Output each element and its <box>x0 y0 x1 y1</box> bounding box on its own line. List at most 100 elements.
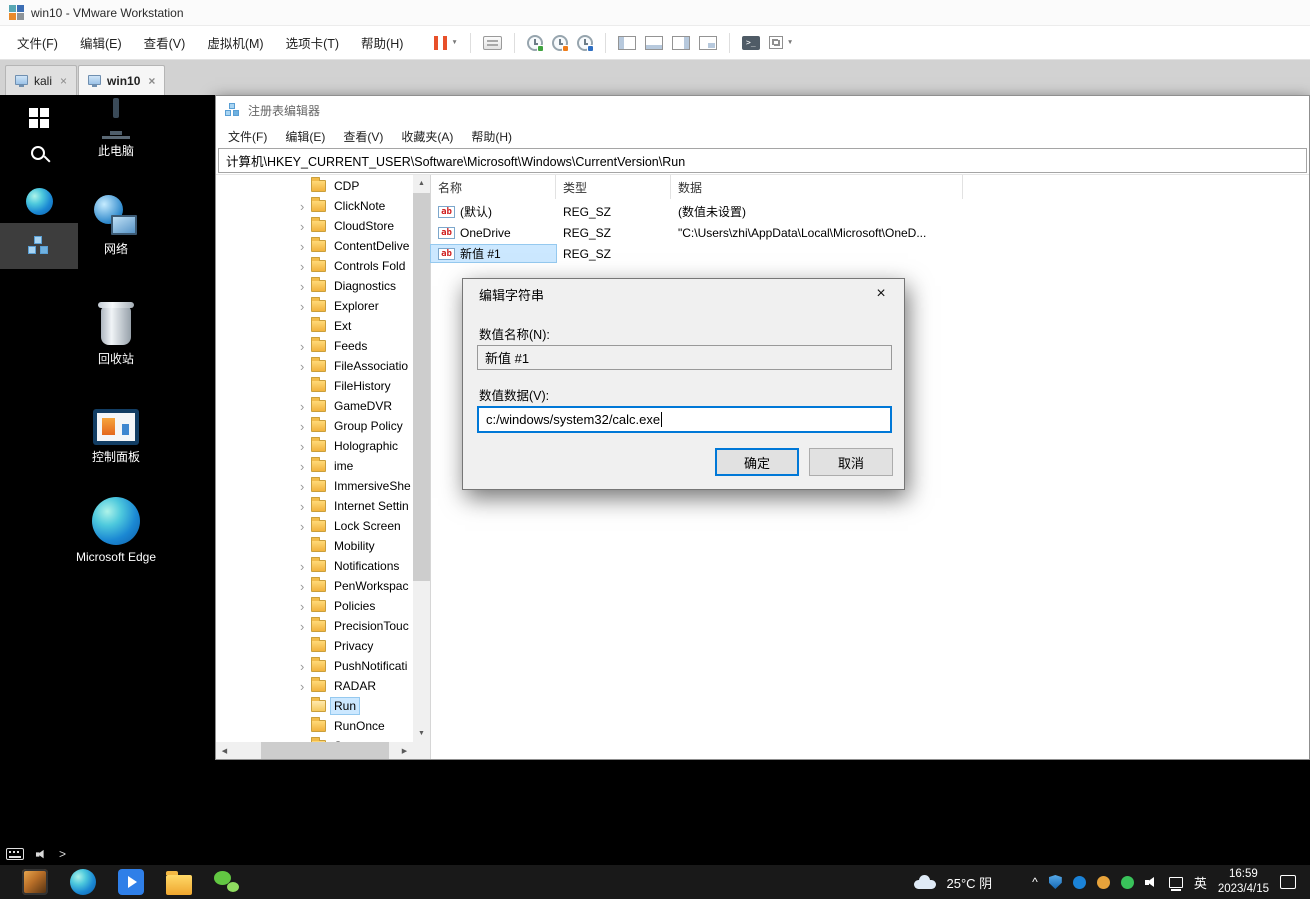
expand-chevron-icon[interactable]: › <box>300 460 311 473</box>
manage-snapshots-button[interactable] <box>576 34 594 52</box>
regedit-menu-item-3[interactable]: 查看(V) <box>334 124 392 149</box>
desktop-icon-network[interactable]: 网络 <box>70 195 162 257</box>
tree-item-Mobility[interactable]: Mobility <box>216 536 413 556</box>
expand-chevron-icon[interactable]: › <box>300 420 311 433</box>
tree-vertical-scrollbar[interactable]: ▲ ▼ <box>413 175 430 742</box>
fullscreen-dropdown-caret-icon[interactable]: ▼ <box>787 39 793 46</box>
touch-keyboard-icon[interactable] <box>6 848 24 860</box>
tree-item-CloudStore[interactable]: › CloudStore <box>216 216 413 236</box>
chevron-right-icon[interactable]: > <box>59 847 66 861</box>
movies-tv-app-icon[interactable] <box>118 869 144 895</box>
tree-item-Explorer[interactable]: › Explorer <box>216 296 413 316</box>
tray-app-icon-blue[interactable] <box>1072 875 1086 889</box>
expand-chevron-icon[interactable]: › <box>300 680 311 693</box>
tree-item-FileAssociatio[interactable]: › FileAssociatio <box>216 356 413 376</box>
tree-item-PenWorkspac[interactable]: › PenWorkspac <box>216 576 413 596</box>
expand-chevron-icon[interactable]: › <box>300 280 311 293</box>
close-tab-icon[interactable]: × <box>60 74 67 88</box>
expand-chevron-icon[interactable]: › <box>300 620 311 633</box>
expand-chevron-icon[interactable]: › <box>300 360 311 373</box>
scrollbar-thumb[interactable] <box>261 742 389 759</box>
edge-taskbar-icon[interactable] <box>70 869 96 895</box>
registry-value-row[interactable]: ab OneDrive REG_SZ "C:\Users\zhi\AppData\Lo… <box>431 222 1309 243</box>
expand-chevron-icon[interactable]: › <box>300 200 311 213</box>
close-tab-icon[interactable]: × <box>148 74 155 88</box>
active-app-tile[interactable] <box>0 223 78 269</box>
scroll-down-arrow-icon[interactable]: ▼ <box>413 725 430 742</box>
wechat-app-icon[interactable] <box>214 869 240 895</box>
vmware-menu-item-1[interactable]: 文件(F) <box>6 27 69 58</box>
dialog-titlebar[interactable]: 编辑字符串 <box>463 279 904 309</box>
expand-chevron-icon[interactable]: › <box>300 260 311 273</box>
desktop-icon-this-pc[interactable]: 此电脑 <box>70 98 162 159</box>
regedit-menu-item-2[interactable]: 编辑(E) <box>276 124 334 149</box>
regedit-menu-item-5[interactable]: 帮助(H) <box>462 124 521 149</box>
tree-item-Policies[interactable]: › Policies <box>216 596 413 616</box>
desktop-icon-microsoft-edge[interactable]: Microsoft Edge <box>70 497 162 565</box>
tree-item-Diagnostics[interactable]: › Diagnostics <box>216 276 413 296</box>
regedit-titlebar[interactable]: 注册表编辑器 <box>216 96 1309 124</box>
value-name-field[interactable]: 新值 #1 <box>477 345 892 370</box>
windows-start-icon[interactable] <box>29 108 49 128</box>
volume-small-icon[interactable] <box>35 848 47 859</box>
taskbar-clock[interactable]: 16:59 2023/4/15 <box>1218 867 1269 897</box>
pause-dropdown-caret-icon[interactable]: ▼ <box>451 39 457 46</box>
tree-item-RunOnce[interactable]: RunOnce <box>216 716 413 736</box>
expand-chevron-icon[interactable]: › <box>300 300 311 313</box>
action-center-icon[interactable] <box>1280 875 1296 889</box>
tree-item-Lock Screen[interactable]: › Lock Screen <box>216 516 413 536</box>
expand-chevron-icon[interactable]: › <box>300 340 311 353</box>
expand-chevron-icon[interactable]: › <box>300 660 311 673</box>
column-header-name[interactable]: 名称 <box>431 175 556 199</box>
tree-item-ClickNote[interactable]: › ClickNote <box>216 196 413 216</box>
tree-item-Internet Settin[interactable]: › Internet Settin <box>216 496 413 516</box>
scroll-up-arrow-icon[interactable]: ▲ <box>413 175 430 192</box>
tree-item-Ext[interactable]: Ext <box>216 316 413 336</box>
tree-item-Run[interactable]: Run <box>216 696 413 716</box>
tree-item-Feeds[interactable]: › Feeds <box>216 336 413 356</box>
tab-kali[interactable]: kali × <box>5 65 78 95</box>
volume-icon[interactable] <box>1144 876 1158 889</box>
registry-address-bar[interactable]: 计算机\HKEY_CURRENT_USER\Software\Microsoft… <box>218 148 1307 173</box>
send-ctrl-alt-del-button[interactable] <box>482 35 502 50</box>
registry-value-row[interactable]: ab 新值 #1 REG_SZ <box>430 243 1309 264</box>
tree-item-Holographic[interactable]: › Holographic <box>216 436 413 456</box>
pause-vm-button[interactable] <box>434 35 448 50</box>
column-header-type[interactable]: 类型 <box>556 175 671 199</box>
cancel-button[interactable]: 取消 <box>809 448 893 476</box>
tree-item-FileHistory[interactable]: FileHistory <box>216 376 413 396</box>
search-icon[interactable] <box>31 146 45 160</box>
scroll-right-arrow-icon[interactable]: ▶ <box>396 742 413 759</box>
tree-item-ImmersiveShe[interactable]: › ImmersiveShe <box>216 476 413 496</box>
tree-item-Notifications[interactable]: › Notifications <box>216 556 413 576</box>
take-snapshot-button[interactable] <box>526 34 544 52</box>
tree-horizontal-scrollbar[interactable]: ◀ ▶ <box>216 742 413 759</box>
vmware-menu-item-4[interactable]: 虚拟机(M) <box>196 27 274 58</box>
tree-item-PushNotificati[interactable]: › PushNotificati <box>216 656 413 676</box>
vmware-menu-item-5[interactable]: 选项卡(T) <box>275 27 350 58</box>
tree-item-Group Policy[interactable]: › Group Policy <box>216 416 413 436</box>
expand-chevron-icon[interactable]: › <box>300 560 311 573</box>
tree-item-PrecisionTouc[interactable]: › PrecisionTouc <box>216 616 413 636</box>
ime-indicator[interactable]: 英 <box>1194 873 1207 892</box>
expand-chevron-icon[interactable]: › <box>300 580 311 593</box>
regedit-menu-item-4[interactable]: 收藏夹(A) <box>392 124 462 149</box>
expand-chevron-icon[interactable]: › <box>300 520 311 533</box>
photos-app-icon[interactable] <box>22 869 48 895</box>
network-icon[interactable] <box>1168 876 1183 891</box>
show-hidden-icons-chevron[interactable]: ^ <box>1032 875 1038 889</box>
tree-item-CDP[interactable]: CDP <box>216 176 413 196</box>
file-explorer-icon[interactable] <box>166 870 192 895</box>
weather-cloud-icon[interactable] <box>913 875 936 889</box>
scrollbar-thumb[interactable] <box>413 193 430 581</box>
vmware-menu-item-6[interactable]: 帮助(H) <box>350 27 414 58</box>
edge-icon[interactable] <box>26 188 53 215</box>
vmware-titlebar[interactable]: win10 - VMware Workstation <box>0 0 1310 26</box>
tab-win10[interactable]: win10 × <box>78 65 166 95</box>
expand-chevron-icon[interactable]: › <box>300 600 311 613</box>
expand-chevron-icon[interactable]: › <box>300 440 311 453</box>
expand-chevron-icon[interactable]: › <box>300 500 311 513</box>
tree-item-RADAR[interactable]: › RADAR <box>216 676 413 696</box>
ok-button[interactable]: 确定 <box>715 448 799 476</box>
tree-item-Controls Fold[interactable]: › Controls Fold <box>216 256 413 276</box>
